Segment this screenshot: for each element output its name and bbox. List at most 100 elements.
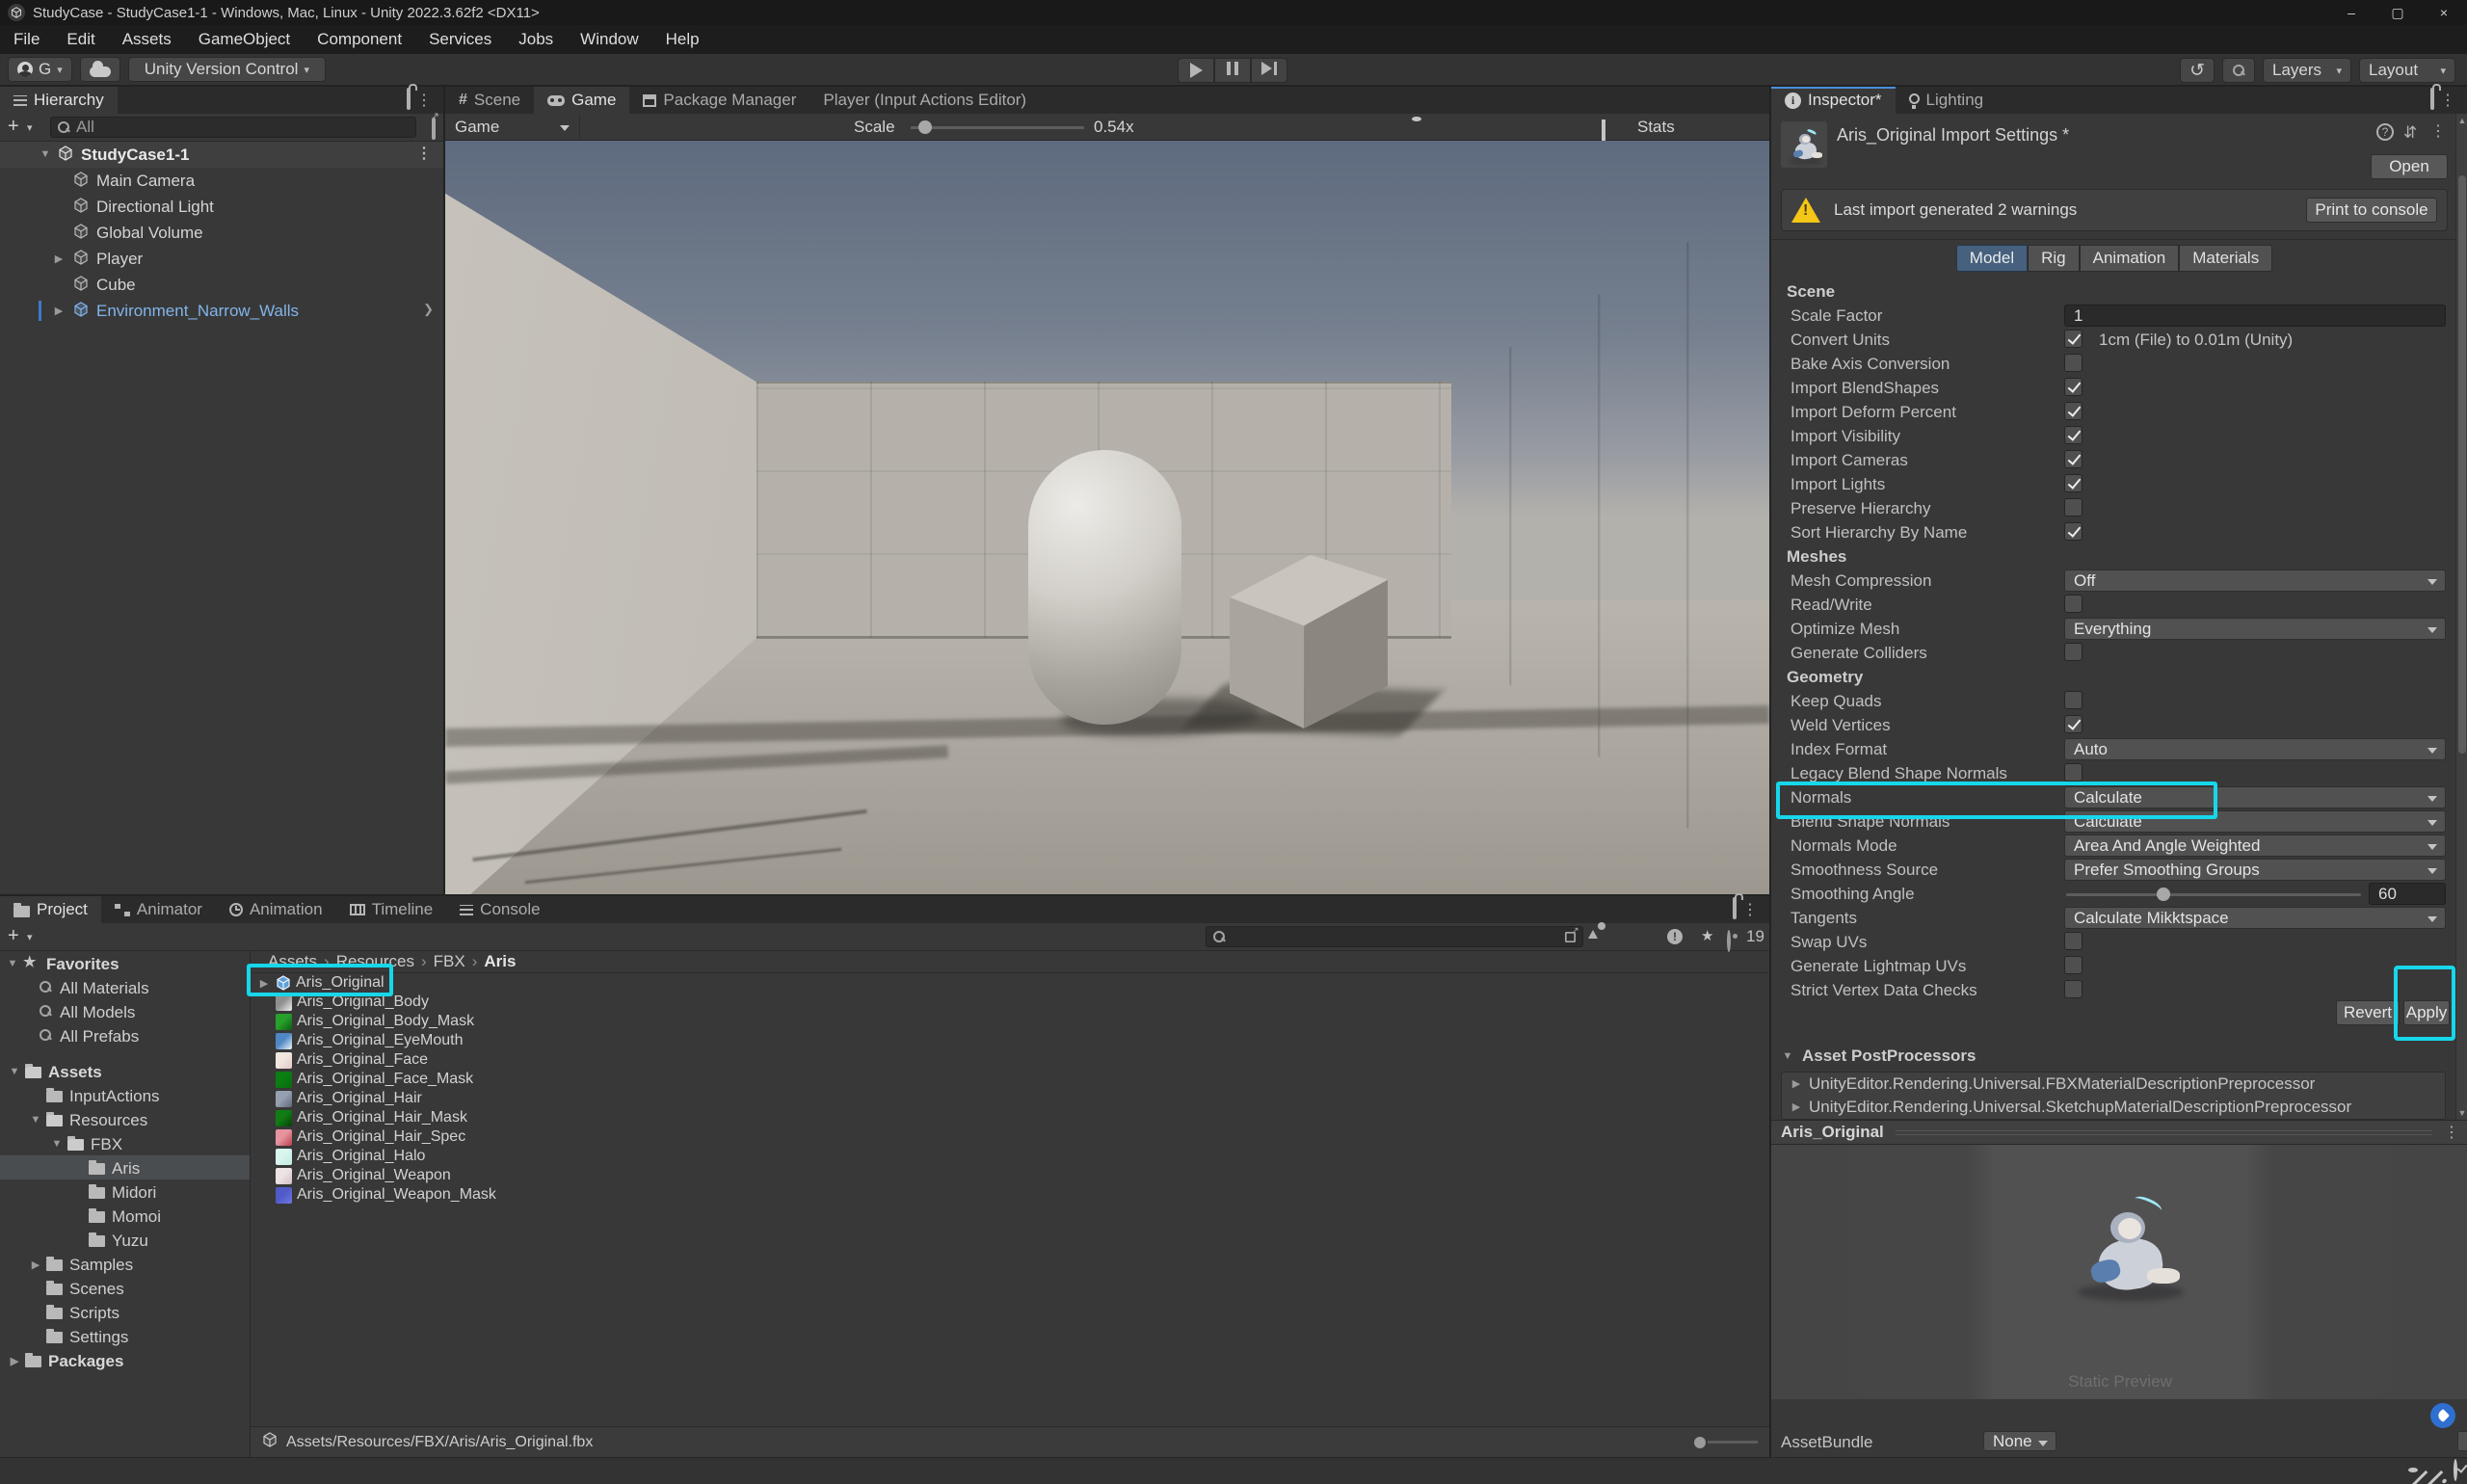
tab-animation[interactable]: Animation [216, 896, 336, 923]
asset-aris-original-eyemouth[interactable]: Aris_Original_EyeMouth [252, 1031, 1769, 1050]
picker-icon[interactable] [432, 119, 436, 139]
setting-weld-vertices[interactable]: Weld Vertices [1771, 713, 2457, 737]
foldout-closed-icon[interactable]: ▶ [52, 252, 66, 265]
inspector-scrollbar[interactable]: ▲ ▼ [2455, 114, 2467, 1120]
hierarchy-item-cube[interactable]: Cube [0, 272, 443, 298]
maximize-button[interactable]: ▢ [2374, 0, 2421, 25]
chevron-right-icon[interactable]: ❯ [423, 302, 434, 317]
tab-scene[interactable]: #Scene [445, 87, 534, 114]
menu-component[interactable]: Component [304, 25, 415, 54]
setting-dropdown[interactable]: Off [2064, 570, 2446, 592]
setting-dropdown[interactable]: Prefer Smoothing Groups [2064, 859, 2446, 881]
menu-assets[interactable]: Assets [109, 25, 185, 54]
tab-package-manager[interactable]: Package Manager [629, 87, 809, 114]
setting-checkbox[interactable] [2064, 643, 2082, 661]
setting-mesh-compression[interactable]: Mesh CompressionOff [1771, 569, 2457, 593]
open-search-icon[interactable] [1565, 931, 1576, 941]
pause-button[interactable] [1214, 58, 1251, 83]
scale-slider[interactable] [911, 126, 1084, 129]
asset-aris-original-weapon-mask[interactable]: Aris_Original_Weapon_Mask [252, 1185, 1769, 1205]
setting-convert-units[interactable]: Convert Units1cm (File) to 0.01m (Unity) [1771, 328, 2457, 352]
folder-settings[interactable]: Settings [0, 1324, 250, 1348]
asset-labels-icon[interactable] [2430, 1403, 2455, 1428]
folder-resources[interactable]: ▼Resources [0, 1107, 250, 1131]
folder-scripts[interactable]: Scripts [0, 1300, 250, 1324]
breadcrumb-item-resources[interactable]: Resources [336, 952, 414, 971]
chevron-down-icon[interactable]: ▾ [27, 121, 33, 134]
setting-optimize-mesh[interactable]: Optimize MeshEverything [1771, 617, 2457, 641]
search-warnings-icon[interactable]: ! [1667, 929, 1683, 944]
setting-index-format[interactable]: Index FormatAuto [1771, 737, 2457, 761]
cloud-button[interactable] [80, 57, 120, 82]
game-viewport[interactable] [445, 141, 1769, 894]
hidden-count-eye-icon[interactable] [1727, 932, 1731, 951]
asset-aris-original-face-mask[interactable]: Aris_Original_Face_Mask [252, 1070, 1769, 1089]
scroll-down-icon[interactable]: ▼ [2456, 1108, 2467, 1118]
folder-scenes[interactable]: Scenes [0, 1276, 250, 1300]
asset-aris-original-hair-mask[interactable]: Aris_Original_Hair_Mask [252, 1108, 1769, 1127]
chevron-down-icon[interactable]: ▾ [27, 931, 33, 943]
folder-momoi[interactable]: Momoi [0, 1204, 250, 1228]
print-to-console-button[interactable]: Print to console [2306, 198, 2437, 223]
folder-yuzu[interactable]: Yuzu [0, 1228, 250, 1252]
setting-smoothness-source[interactable]: Smoothness SourcePrefer Smoothing Groups [1771, 858, 2457, 882]
asset-aris-original-face[interactable]: Aris_Original_Face [252, 1050, 1769, 1070]
menu-gameobject[interactable]: GameObject [185, 25, 304, 54]
postprocessors-header[interactable]: ▼ Asset PostProcessors [1781, 1047, 1976, 1066]
folder-packages[interactable]: ▶Packages [0, 1348, 250, 1372]
setting-checkbox[interactable] [2064, 474, 2082, 492]
hierarchy-item-studycase1-1[interactable]: ▼StudyCase1-1⋮ [0, 142, 443, 168]
close-button[interactable]: × [2421, 0, 2467, 25]
favorite-all-materials[interactable]: All Materials [0, 975, 250, 999]
hierarchy-item-player[interactable]: ▶Player [0, 246, 443, 272]
thumbnail-size-slider[interactable] [1694, 1437, 1758, 1448]
asset-aris-original-hair-spec[interactable]: Aris_Original_Hair_Spec [252, 1127, 1769, 1147]
hierarchy-item-global-volume[interactable]: Global Volume [0, 220, 443, 246]
minimize-button[interactable]: – [2328, 0, 2374, 25]
tab-player-input-actions-editor[interactable]: Player (Input Actions Editor) [809, 87, 1040, 114]
scrollbar-thumb[interactable] [2458, 175, 2466, 754]
setting-dropdown[interactable]: Auto [2064, 738, 2446, 760]
setting-checkbox[interactable] [2064, 378, 2082, 396]
setting-preserve-hierarchy[interactable]: Preserve Hierarchy [1771, 496, 2457, 520]
setting-import-blendshapes[interactable]: Import BlendShapes [1771, 376, 2457, 400]
breadcrumb-item-assets[interactable]: Assets [268, 952, 317, 971]
setting-import-cameras[interactable]: Import Cameras [1771, 448, 2457, 472]
slider-knob[interactable] [1694, 1437, 1706, 1448]
slider-knob[interactable] [2157, 888, 2170, 901]
add-object-button[interactable]: + [8, 116, 19, 138]
version-control-dropdown[interactable]: Unity Version Control ▾ [128, 57, 326, 82]
open-button[interactable]: Open [2371, 154, 2448, 179]
menu-window[interactable]: Window [567, 25, 651, 54]
import-tab-model[interactable]: Model [1956, 245, 2028, 272]
setting-checkbox[interactable] [2064, 498, 2082, 517]
hierarchy-search-input[interactable]: All [50, 117, 416, 138]
menu-edit[interactable]: Edit [53, 25, 108, 54]
kebab-menu-icon[interactable]: ⋮ [2444, 1123, 2459, 1142]
setting-import-lights[interactable]: Import Lights [1771, 472, 2457, 496]
revert-button[interactable]: Revert [2336, 1000, 2400, 1025]
favorite-all-models[interactable]: All Models [0, 999, 250, 1023]
setting-tangents[interactable]: TangentsCalculate Mikktspace [1771, 906, 2457, 930]
menu-file[interactable]: File [0, 25, 53, 54]
menu-services[interactable]: Services [415, 25, 505, 54]
scroll-up-icon[interactable]: ▲ [2456, 116, 2467, 125]
tab-game[interactable]: Game [534, 87, 629, 114]
asset-aris-original-body-mask[interactable]: Aris_Original_Body_Mask [252, 1012, 1769, 1031]
foldout-closed-icon[interactable]: ▶ [1790, 1096, 1803, 1119]
setting-keep-quads[interactable]: Keep Quads [1771, 689, 2457, 713]
breadcrumb-item-aris[interactable]: Aris [484, 952, 516, 971]
project-search-input[interactable] [1206, 926, 1583, 947]
setting-dropdown[interactable]: Area And Angle Weighted [2064, 835, 2446, 857]
folder-inputactions[interactable]: InputActions [0, 1083, 250, 1107]
import-tab-animation[interactable]: Animation [2080, 245, 2180, 272]
import-tab-rig[interactable]: Rig [2028, 245, 2080, 272]
setting-checkbox[interactable] [2064, 450, 2082, 468]
lock-icon[interactable] [2430, 90, 2434, 109]
setting-slider[interactable] [2066, 893, 2361, 896]
setting-sort-hierarchy-by-name[interactable]: Sort Hierarchy By Name [1771, 520, 2457, 544]
kebab-menu-icon[interactable]: ⋮ [416, 91, 432, 110]
hierarchy-item-directional-light[interactable]: Directional Light [0, 194, 443, 220]
tab-animator[interactable]: Animator [101, 896, 216, 923]
scale-slider-knob[interactable] [918, 120, 932, 134]
